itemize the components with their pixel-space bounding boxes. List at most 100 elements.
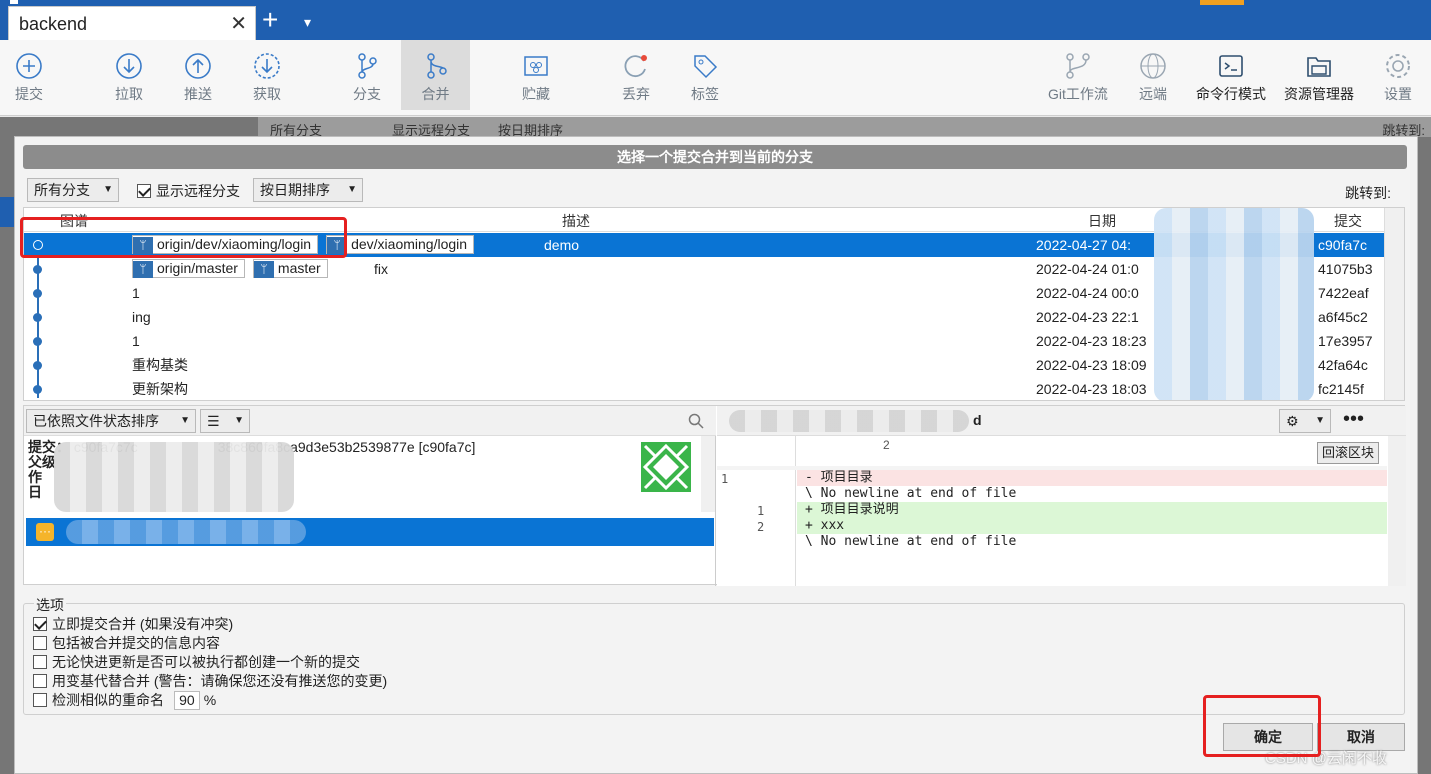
terminal-button[interactable]: 命令行模式 — [1190, 40, 1272, 110]
checkbox-icon — [33, 655, 47, 669]
git-flow-icon — [1066, 53, 1090, 79]
arrow-up-circle-icon — [185, 53, 211, 79]
terminal-label: 命令行模式 — [1196, 86, 1266, 102]
option-no-fast-forward[interactable]: 无论快进更新是否可以被执行都创建一个新的提交 — [33, 652, 360, 672]
author-label: 作 — [28, 469, 42, 485]
file-sort-dropdown[interactable]: 已依照文件状态排序 ▼ — [26, 409, 196, 433]
file-list-item[interactable]: ··· — [26, 518, 714, 546]
pull-button[interactable]: 拉取 — [104, 40, 154, 110]
commit-node-icon — [33, 313, 42, 322]
branch-icon: ᛘ — [253, 261, 274, 278]
repo-tab[interactable]: backend ✕ — [8, 6, 256, 40]
app-icon — [10, 0, 18, 4]
file-toolbar: 已依照文件状态排序 ▼ ☰ ▼ — [24, 406, 716, 436]
more-options-icon[interactable]: ••• — [1343, 408, 1364, 431]
option-label: 包括被合并提交的信息内容 — [52, 635, 220, 651]
commit-message: 1 — [132, 285, 140, 301]
discard-label: 丢弃 — [622, 86, 650, 102]
commit-node-icon — [33, 289, 42, 298]
new-line-number: 2 — [757, 520, 765, 534]
lower-panes: 已依照文件状态排序▼ ☰▼ 提交： c90fa7c7c38c860fa8ca9d… — [23, 405, 1406, 586]
redacted-file-name — [66, 520, 306, 544]
fetch-icon — [254, 53, 280, 79]
push-button[interactable]: 推送 — [173, 40, 223, 110]
settings-button[interactable]: 设置 — [1373, 40, 1423, 110]
options-group: 选项 立即提交合并 (如果没有冲突) 包括被合并提交的信息内容 无论快进更新是否… — [23, 595, 1405, 715]
discard-button[interactable]: 丢弃 — [611, 40, 661, 110]
branch-filter-value: 所有分支 — [34, 182, 90, 198]
diff-scrollbar[interactable] — [1388, 436, 1406, 586]
chevron-down-icon: ▼ — [347, 184, 357, 195]
column-commit[interactable]: 提交 — [1334, 211, 1362, 231]
column-description[interactable]: 描述 — [562, 211, 590, 231]
toolbar: 提交 拉取 推送 获取 分支 合并 贮藏 丢弃 标签 Git工作流 远端 命令行… — [0, 40, 1431, 116]
gear-icon: ⚙ — [1286, 413, 1299, 429]
git-flow-button[interactable]: Git工作流 — [1040, 40, 1116, 110]
commit-message: 更新架构 — [132, 381, 188, 397]
checkbox-icon — [33, 693, 47, 707]
diff-line-removed: - 项目目录 — [797, 470, 1387, 486]
branch-button[interactable]: 分支 — [342, 40, 392, 110]
commit-hash: 17e3957 — [1318, 333, 1373, 349]
branch-filter-dropdown[interactable]: 所有分支 ▼ — [27, 178, 119, 202]
commit-date: 2022-04-27 04: — [1036, 237, 1131, 253]
discard-icon — [624, 55, 647, 78]
option-include-messages[interactable]: 包括被合并提交的信息内容 — [33, 633, 220, 653]
checkbox-icon — [33, 674, 47, 688]
sort-value: 按日期排序 — [260, 182, 330, 198]
remote-button[interactable]: 远端 — [1128, 40, 1178, 110]
details-scrollbar[interactable] — [701, 436, 715, 512]
diff-options-dropdown[interactable]: ⚙ ▼ — [1279, 409, 1331, 433]
commit-hash: a6f45c2 — [1318, 309, 1368, 325]
explorer-label: 资源管理器 — [1284, 86, 1354, 102]
chevron-down-icon: ▼ — [234, 415, 244, 426]
tag-button[interactable]: 标签 — [680, 40, 730, 110]
redacted-file-path — [729, 410, 969, 432]
commit-node-icon — [33, 361, 42, 370]
rename-threshold-input[interactable]: 90 — [173, 691, 200, 710]
diff-line-context: \ No newline at end of file — [805, 486, 1017, 501]
stash-icon — [524, 56, 548, 76]
option-detect-renames[interactable]: 检测相似的重命名 90 % — [33, 690, 216, 710]
plus-circle-icon — [16, 53, 42, 79]
show-remote-label: 显示远程分支 — [156, 183, 240, 199]
chevron-down-icon: ▼ — [1315, 415, 1325, 426]
background-filter-strip: 所有分支 显示远程分支 按日期排序 跳转到: — [258, 117, 1431, 138]
option-label: 用变基代替合并 (警告：请确保您还没有推送您的变更) — [52, 673, 388, 689]
column-date[interactable]: 日期 — [1088, 211, 1116, 231]
show-remote-checkbox[interactable]: 显示远程分支 — [137, 181, 240, 201]
fetch-button[interactable]: 获取 — [242, 40, 292, 110]
search-icon[interactable] — [688, 413, 704, 429]
commit-message: demo — [544, 237, 580, 253]
commit-hash: 7422eaf — [1318, 285, 1369, 301]
option-commit-immediately[interactable]: 立即提交合并 (如果没有冲突) — [33, 614, 233, 634]
option-rebase[interactable]: 用变基代替合并 (警告：请确保您还没有推送您的变更) — [33, 671, 387, 691]
stash-button[interactable]: 贮藏 — [511, 40, 561, 110]
hunk-header: 2 — [883, 438, 890, 452]
revert-hunk-button[interactable]: 回滚区块 — [1317, 442, 1380, 464]
file-sort-value: 已依照文件状态排序 — [33, 413, 159, 429]
option-label: 检测相似的重命名 — [52, 692, 164, 708]
folder-icon — [1307, 57, 1331, 77]
new-tab-button[interactable]: + — [262, 6, 278, 34]
new-line-number: 1 — [757, 504, 765, 518]
title-bar: backend ✕ + ▾ — [0, 0, 1431, 40]
view-mode-dropdown[interactable]: ☰ ▼ — [200, 409, 250, 433]
bg-sidebar-accent — [0, 197, 14, 227]
merge-button[interactable]: 合并 — [401, 40, 470, 110]
commit-node-icon — [33, 337, 42, 346]
arrow-down-circle-icon — [116, 53, 142, 79]
commit-node-icon — [33, 265, 42, 274]
commit-button[interactable]: 提交 — [4, 40, 54, 110]
accent-mark — [1200, 0, 1244, 5]
explorer-button[interactable]: 资源管理器 — [1278, 40, 1360, 110]
tag-label: 标签 — [691, 86, 719, 102]
commit-message: fix — [374, 261, 388, 277]
close-tab-icon[interactable]: ✕ — [230, 11, 247, 36]
sort-dropdown[interactable]: 按日期排序 ▼ — [253, 178, 363, 202]
tab-menu-icon[interactable]: ▾ — [304, 14, 311, 31]
commit-details-pane: 已依照文件状态排序▼ ☰▼ 提交： c90fa7c7c38c860fa8ca9d… — [24, 406, 716, 586]
commit-list-scrollbar[interactable] — [1384, 208, 1404, 400]
remote-label: 远端 — [1139, 86, 1167, 102]
terminal-icon — [1219, 55, 1243, 77]
